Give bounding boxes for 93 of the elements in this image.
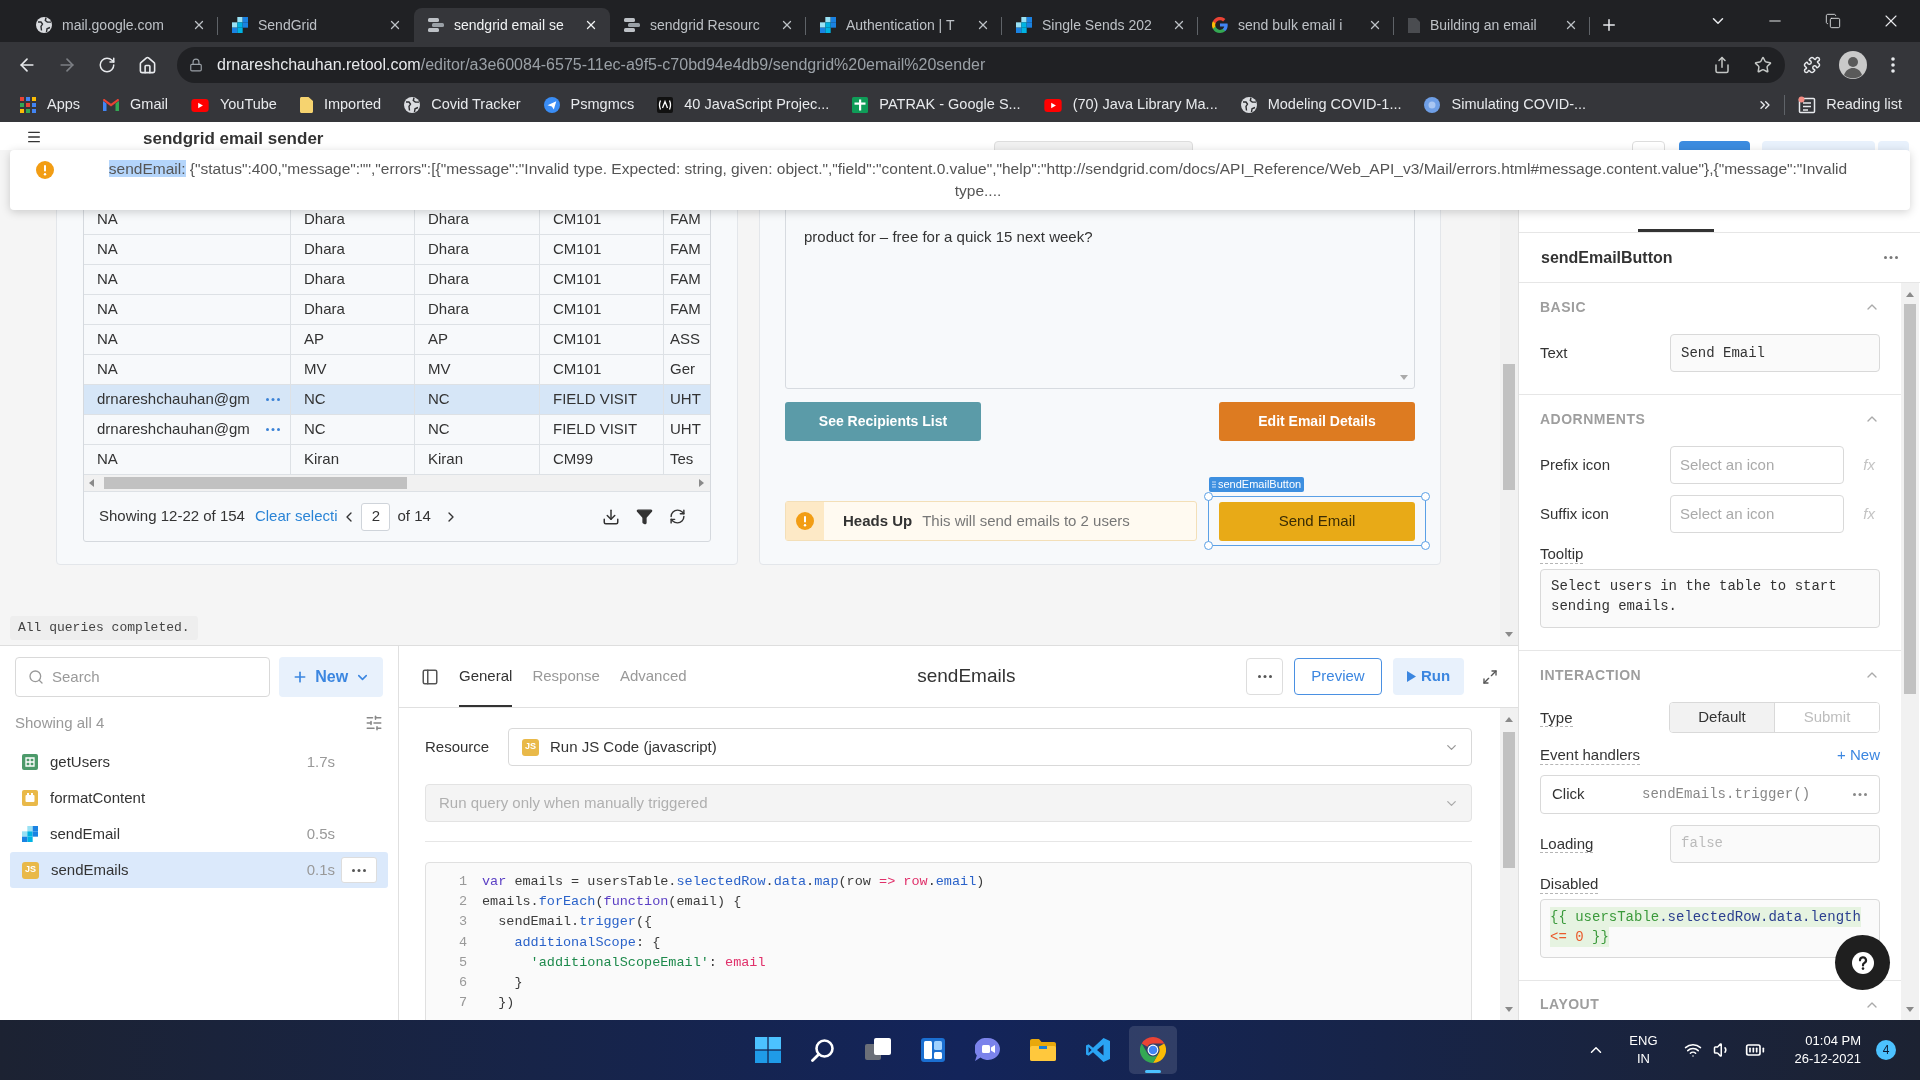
- field-label: Event handlers: [1540, 745, 1641, 766]
- section-title: ADORNMENTS: [1540, 409, 1646, 429]
- table-cell-text: Ger: [670, 359, 695, 380]
- alert-message: This will send emails to 2 users: [922, 510, 1130, 531]
- table-cell-text: Dhara: [304, 299, 345, 320]
- table-cell-text: CM101: [553, 239, 602, 260]
- page-count: of 14: [397, 506, 431, 527]
- table-cell-text: NA: [97, 329, 118, 350]
- line-number: 4: [457, 933, 467, 952]
- table-cell-text: Dhara: [428, 239, 469, 260]
- table-cell-text: MV: [304, 359, 327, 380]
- field-label: Disabled: [1540, 873, 1599, 894]
- query-count: Showing all 4: [15, 712, 105, 733]
- table-cell-text: MV: [428, 359, 451, 380]
- field-label: Tooltip: [1540, 544, 1584, 564]
- field-label: Prefix icon: [1540, 456, 1611, 473]
- table-cell-text: NC: [304, 389, 326, 410]
- table-cell-text: Kiran: [304, 449, 340, 470]
- table-cell-text: FAM: [670, 209, 701, 230]
- table-cell-text: NA: [97, 359, 118, 380]
- table-cell-text: drnareshchauhan@gm: [97, 419, 250, 440]
- table-cell-text: NA: [97, 269, 118, 290]
- table-cell-text: UHT: [670, 419, 701, 440]
- code-line: additionalScope: {: [513, 933, 661, 952]
- script-type-badge: JS: [22, 861, 39, 879]
- field-label: Type: [1540, 708, 1573, 727]
- table-cell-text: CM101: [553, 329, 602, 350]
- code-line: }): [497, 994, 515, 1013]
- query-name: sendEmails: [51, 859, 130, 880]
- table-cell-text: AP: [428, 329, 448, 350]
- query-time: 0.1s: [306, 859, 335, 880]
- table-cell-text: Dhara: [428, 299, 469, 320]
- table-cell-text: NA: [97, 299, 118, 320]
- url-text: drnareshchauhan.retool.com/editor/a3e60084-6575-11ec-a9f5-c70bd94e4db9/sendgrid%20email%20sender: [217, 55, 986, 75]
- field-label: Loading: [1540, 834, 1594, 853]
- code-line: }: [513, 973, 523, 992]
- table-cell-text: FAM: [670, 269, 701, 290]
- table-cell-text: NC: [304, 419, 326, 440]
- field-label: Suffix icon: [1540, 505, 1609, 522]
- line-number: 2: [457, 893, 467, 912]
- code-line: sendEmail.trigger({: [497, 913, 653, 932]
- query-name: getUsers: [50, 751, 112, 772]
- table-cell-text: CM101: [553, 359, 602, 380]
- table-cell-text: CM101: [553, 209, 602, 230]
- code-line: var emails = usersTable.selectedRow.data.map(row => row.email): [482, 872, 985, 891]
- table-cell-text: NC: [428, 389, 450, 410]
- table-cell-text: NC: [428, 419, 450, 440]
- table-cell-text: CM101: [553, 299, 602, 320]
- query-time: 1.7s: [306, 751, 335, 772]
- table-cell-text: FAM: [670, 299, 701, 320]
- section-title: BASIC: [1540, 297, 1587, 317]
- table-cell-text: NA: [97, 239, 118, 260]
- line-number: 1: [457, 872, 467, 891]
- table-cell-text: AP: [304, 329, 324, 350]
- table-cell-text: Dhara: [304, 239, 345, 260]
- table-cell-text: CM99: [553, 449, 593, 470]
- table-cell-text: CM101: [553, 269, 602, 290]
- line-number: 3: [457, 913, 467, 932]
- pagination-summary: Showing 12-22 of 154: [99, 506, 245, 527]
- code-line: 'additionalScopeEmail': email: [529, 953, 766, 972]
- table-cell-text: Dhara: [428, 269, 469, 290]
- table-cell-text: Dhara: [304, 209, 345, 230]
- section-title: INTERACTION: [1540, 665, 1642, 685]
- field-label: Text: [1540, 344, 1568, 361]
- line-number: 7: [457, 994, 467, 1013]
- table-cell-text: NA: [97, 209, 118, 230]
- table-cell-text: UHT: [670, 389, 701, 410]
- query-name: formatContent: [50, 787, 147, 808]
- status-message: All queries completed.: [10, 616, 198, 640]
- table-cell-text: Dhara: [428, 209, 469, 230]
- query-time: 0.5s: [306, 823, 335, 844]
- code-line: emails.forEach(function(email) {: [482, 893, 742, 912]
- query-name: sendEmail: [50, 823, 122, 844]
- line-number: 5: [457, 953, 467, 972]
- table-cell-text: NA: [97, 449, 118, 470]
- alert-title: Heads Up: [843, 510, 913, 531]
- table-cell-text: FIELD VISIT: [553, 389, 638, 410]
- table-cell-text: Dhara: [304, 269, 345, 290]
- table-cell-text: drnareshchauhan@gm: [97, 389, 250, 410]
- handler-event: Click: [1552, 783, 1586, 804]
- line-number: 6: [457, 973, 467, 992]
- table-cell-text: Tes: [670, 449, 694, 470]
- script-type-badge: JS: [522, 738, 539, 756]
- table-cell-text: FIELD VISIT: [553, 419, 638, 440]
- handler-action: sendEmails.trigger(): [1642, 784, 1811, 804]
- table-cell-text: Kiran: [428, 449, 464, 470]
- app-title: sendgrid email sender: [143, 129, 324, 148]
- component-name: sendEmailButton: [1541, 247, 1673, 268]
- table-cell-text: ASS: [670, 329, 700, 350]
- section-title: LAYOUT: [1540, 995, 1600, 1014]
- query-title: sendEmails: [917, 664, 1016, 689]
- table-cell-text: FAM: [670, 239, 701, 260]
- field-label: Resource: [425, 736, 491, 757]
